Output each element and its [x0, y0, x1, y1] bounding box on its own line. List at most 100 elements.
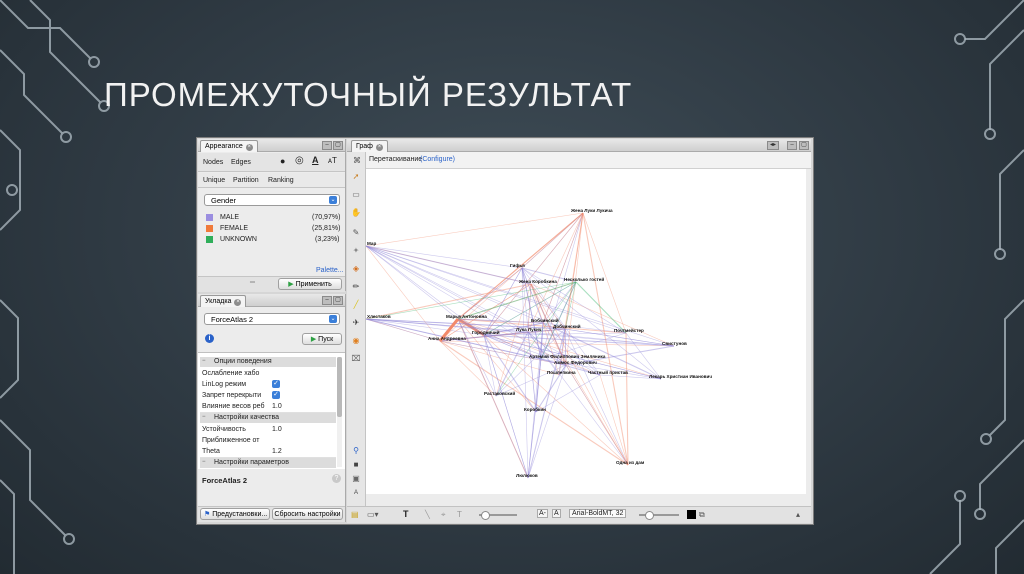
label-size-icon[interactable]: ᴀT: [328, 156, 337, 165]
restore-icon[interactable]: ▢: [799, 141, 809, 150]
minimize-icon[interactable]: –: [322, 141, 332, 150]
legend-swatch-unknown[interactable]: [206, 236, 213, 243]
apply-button[interactable]: ▶ Применить: [278, 278, 342, 290]
node-label[interactable]: Анна Андреевна: [428, 336, 466, 341]
copy-icon[interactable]: ⧉: [699, 510, 705, 520]
node-label[interactable]: Несколько гостей: [564, 276, 604, 282]
label-color-icon[interactable]: A: [312, 155, 319, 165]
subtab-nodes[interactable]: Nodes: [203, 159, 223, 166]
minimize-icon[interactable]: –: [787, 141, 797, 150]
node-label[interactable]: Пошлепкина: [547, 370, 576, 375]
help-icon[interactable]: ?: [332, 474, 341, 483]
node-label[interactable]: Лука Лукич: [516, 327, 542, 332]
node-label[interactable]: Бобчинский: [531, 317, 559, 323]
node-label[interactable]: Лекарь Христиан Иванович: [649, 374, 712, 379]
slider-thumb[interactable]: [645, 511, 654, 520]
label-color-swatch[interactable]: [687, 510, 696, 519]
node-label[interactable]: Люлюков: [516, 473, 538, 478]
node-label[interactable]: Свистунов: [662, 341, 687, 346]
node-label[interactable]: Коробкин: [524, 406, 546, 412]
graph-canvas[interactable]: Жена Луки Лукича Мар Гифья Жена Коробкина Не…: [366, 169, 806, 494]
property-value[interactable]: 1.2: [272, 448, 282, 455]
group-params[interactable]: − Настройки параметров: [200, 458, 336, 468]
screenshot-icon[interactable]: ▤: [351, 510, 359, 519]
edge-pencil-icon[interactable]: ╱: [351, 300, 361, 310]
property-value[interactable]: 1.0: [272, 426, 282, 433]
label-toggle-icon[interactable]: A: [351, 488, 361, 498]
node-label[interactable]: Аммос Федорович: [554, 360, 597, 365]
select-tool-icon[interactable]: ➚: [351, 172, 361, 182]
node-label[interactable]: Добчинский: [553, 323, 581, 329]
subtab-edges[interactable]: Edges: [231, 159, 251, 166]
drag-tool-icon[interactable]: ✋: [351, 208, 361, 218]
scale-icon[interactable]: ⌖: [441, 510, 446, 520]
tab-layout[interactable]: Укладка ×: [200, 295, 247, 307]
palette-link[interactable]: Palette...: [316, 267, 344, 274]
linlog-checkbox[interactable]: ✓: [272, 380, 280, 388]
node-label[interactable]: Жена Коробкина: [518, 278, 557, 284]
edge-weight-slider[interactable]: [479, 511, 517, 520]
heal-icon[interactable]: ✦: [351, 246, 361, 256]
node-label[interactable]: Мар: [367, 241, 376, 246]
tab-appearance[interactable]: Appearance ×: [200, 140, 258, 152]
paint-bucket-icon[interactable]: ◈: [351, 264, 361, 274]
tab-graph[interactable]: Граф ×: [351, 140, 388, 152]
mode-partition[interactable]: Partition: [233, 177, 259, 184]
node-label[interactable]: Растаковский: [484, 390, 515, 396]
node-label[interactable]: Гифья: [510, 262, 525, 268]
search-icon[interactable]: ⚲: [351, 446, 361, 456]
size-icon[interactable]: ◎: [295, 155, 304, 166]
legend-swatch-female[interactable]: [206, 225, 213, 232]
node-label[interactable]: Марья Антоновна: [446, 314, 487, 319]
scrollbar-thumb[interactable]: [337, 357, 342, 417]
restore-icon[interactable]: ▢: [333, 296, 343, 305]
label-icon[interactable]: T: [457, 510, 462, 519]
shortest-path-icon[interactable]: ✈: [351, 318, 361, 328]
restore-icon[interactable]: ▢: [333, 141, 343, 150]
close-icon[interactable]: ×: [375, 144, 383, 151]
node-label[interactable]: Хлестаков: [367, 314, 391, 319]
node-label[interactable]: Жена Луки Лукича: [570, 208, 613, 213]
line-icon[interactable]: ╲: [425, 510, 430, 519]
expand-icon[interactable]: ▴: [796, 510, 800, 519]
configure-link[interactable]: (Configure): [420, 156, 455, 163]
slider-thumb[interactable]: [481, 511, 490, 520]
properties-scrollbar[interactable]: [337, 357, 342, 467]
node-label[interactable]: Почтмейстер: [614, 327, 644, 333]
minimize-icon[interactable]: –: [322, 296, 332, 305]
font-selector[interactable]: Arial-BoldMT, 32: [569, 509, 627, 518]
font-size-up-icon[interactable]: A: [552, 509, 561, 518]
close-icon[interactable]: ×: [245, 144, 253, 151]
text-tool-icon[interactable]: T: [403, 509, 409, 519]
group-quality[interactable]: − Настройки качества: [200, 413, 336, 423]
attribute-select[interactable]: Gender ⌄: [204, 194, 340, 206]
property-row[interactable]: Влияние весов реб 1.0: [200, 401, 336, 413]
legend-swatch-male[interactable]: [206, 214, 213, 221]
font-size-down-icon[interactable]: A-: [537, 509, 548, 518]
info-icon[interactable]: i: [205, 334, 214, 343]
property-value[interactable]: 1.0: [272, 403, 282, 410]
heatmap-icon[interactable]: ◉: [351, 336, 361, 346]
fullscreen-icon[interactable]: ▣: [351, 474, 361, 484]
label-size-slider[interactable]: [639, 511, 679, 520]
close-icon[interactable]: ×: [234, 299, 242, 306]
node-label[interactable]: Одна из дам: [616, 460, 645, 465]
node-label[interactable]: Частный пристав: [588, 369, 628, 375]
palette-icon[interactable]: ●: [280, 156, 285, 166]
mode-ranking[interactable]: Ranking: [268, 177, 294, 184]
run-button[interactable]: ▶ Пуск: [302, 333, 342, 345]
prevent-overlap-checkbox[interactable]: ✓: [272, 391, 280, 399]
reset-settings-button[interactable]: Сбросить настройки: [272, 508, 343, 520]
window-arrows-icon[interactable]: ◂▸: [767, 141, 779, 150]
center-icon[interactable]: ■: [351, 460, 361, 470]
edit-icon[interactable]: ⌧: [351, 354, 361, 364]
group-behavior[interactable]: − Опции поведения: [200, 357, 336, 367]
node-label[interactable]: Артемий Филиппович Земляника: [529, 353, 606, 359]
rectangle-select-icon[interactable]: ▭: [351, 190, 361, 200]
layout-algorithm-select[interactable]: ForceAtlas 2 ⌄: [204, 313, 340, 325]
pencil-icon[interactable]: ✏: [351, 282, 361, 292]
node-label[interactable]: Городничий: [472, 329, 500, 335]
property-row[interactable]: Theta 1.2: [200, 446, 336, 458]
brush-icon[interactable]: ✎: [351, 228, 361, 238]
mode-unique[interactable]: Unique: [203, 177, 225, 184]
